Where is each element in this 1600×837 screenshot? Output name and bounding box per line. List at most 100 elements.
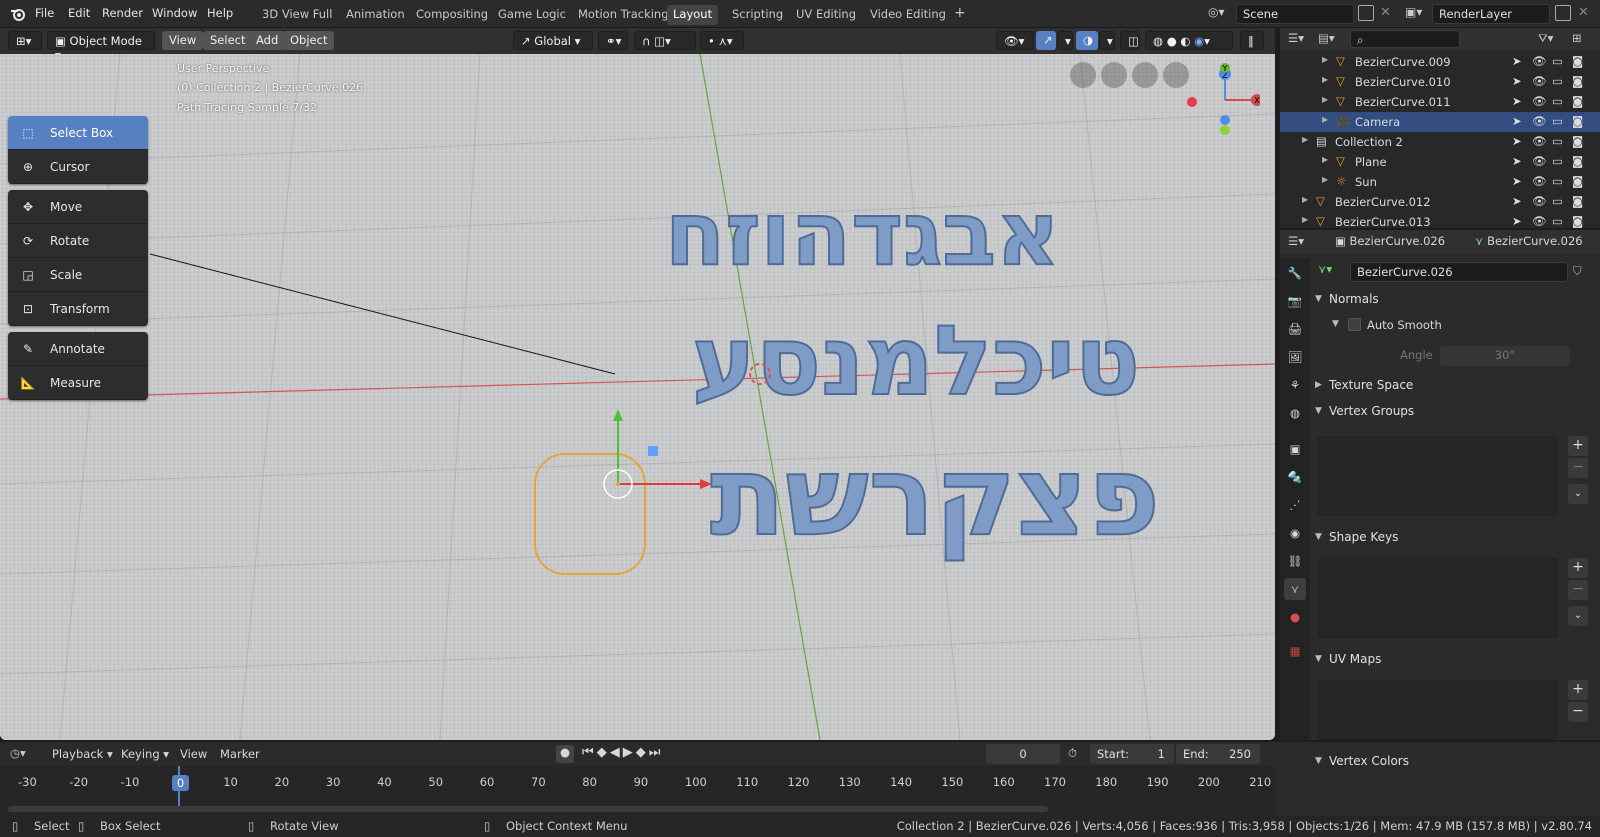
tool-select-box[interactable]: ⬚ Select Box	[8, 116, 148, 150]
scene-field[interactable]: Scene	[1236, 4, 1354, 24]
prev-keyframe-icon[interactable]: ◆	[597, 745, 610, 760]
pan-hand-icon[interactable]	[1132, 62, 1158, 88]
render-camera-icon[interactable]: ◙	[1572, 114, 1583, 128]
view-layer-tab-icon[interactable]: 🖼	[1284, 346, 1306, 368]
expand-arrow-icon[interactable]: ▶	[1322, 75, 1328, 84]
solid-shading-icon[interactable]: ●	[1167, 34, 1177, 48]
tab-3d-view-full[interactable]: 3D View Full	[256, 5, 338, 25]
render-camera-icon[interactable]: ◙	[1572, 54, 1583, 68]
viewport-monitor-icon[interactable]: ▭	[1552, 154, 1563, 168]
blender-logo-icon[interactable]	[9, 5, 27, 23]
datablock-curve-icon[interactable]: ⋎▾	[1318, 262, 1340, 282]
render-tab-icon[interactable]: 📷	[1284, 290, 1306, 312]
remove-shape-key-icon[interactable]: −	[1568, 580, 1588, 600]
select-arrow-icon[interactable]: ➤	[1512, 194, 1522, 208]
timeline-editor-icon[interactable]: ◷▾	[10, 746, 26, 760]
viewport-monitor-icon[interactable]: ▭	[1552, 94, 1563, 108]
remove-vertex-group-icon[interactable]: −	[1568, 458, 1588, 478]
navigation-gizmo[interactable]: Z Y X	[1180, 62, 1260, 142]
shape-keys-section[interactable]: ▼ Shape Keys	[1313, 530, 1598, 552]
expand-arrow-icon[interactable]: ▶	[1322, 115, 1328, 124]
viewport-monitor-icon[interactable]: ▭	[1552, 174, 1563, 188]
vertex-groups-list[interactable]	[1318, 436, 1558, 516]
uv-maps-list[interactable]	[1318, 680, 1558, 740]
select-arrow-icon[interactable]: ➤	[1512, 154, 1522, 168]
outliner-row-beziercurve-011[interactable]: ▶ ▽ BezierCurve.011 ➤ 👁 ▭ ◙	[1280, 92, 1600, 112]
tool-annotate[interactable]: ✎ Annotate	[8, 332, 148, 366]
select-arrow-icon[interactable]: ➤	[1512, 134, 1522, 148]
render-camera-icon[interactable]: ◙	[1572, 174, 1583, 188]
output-tab-icon[interactable]: 🖨	[1284, 318, 1306, 340]
constraints-tab-icon[interactable]: ⛓	[1284, 550, 1306, 572]
normals-section[interactable]: ▼ Normals	[1313, 292, 1598, 314]
mode-dropdown[interactable]: ▣ Object Mode ▾	[47, 31, 155, 62]
vertex-group-menu-icon[interactable]: ⌄	[1568, 484, 1588, 504]
select-arrow-icon[interactable]: ➤	[1512, 214, 1522, 228]
viewport-monitor-icon[interactable]: ▭	[1552, 134, 1563, 148]
editor-type-icon[interactable]: ⊞▾	[8, 31, 42, 50]
timeline-scrollbar[interactable]	[8, 806, 1048, 812]
menu-edit[interactable]: Edit	[68, 6, 90, 20]
tab-animation[interactable]: Animation	[340, 5, 411, 25]
tool-transform[interactable]: ⊡ Transform	[8, 292, 148, 326]
preview-range-icon[interactable]: ⏱	[1068, 746, 1077, 761]
viewport-monitor-icon[interactable]: ▭	[1552, 54, 1563, 68]
record-icon[interactable]: ●	[556, 745, 574, 763]
expand-arrow-icon[interactable]: ▶	[1302, 135, 1308, 144]
timeline-body[interactable]	[0, 766, 1275, 816]
new-collection-icon[interactable]: ⊞	[1572, 31, 1582, 45]
visibility-eye-icon[interactable]: 👁	[1532, 134, 1547, 148]
render-layer-field[interactable]: RenderLayer	[1432, 4, 1550, 24]
visibility-eye-icon[interactable]: 👁	[1532, 54, 1547, 68]
outliner-row-beziercurve-012[interactable]: ▶ ▽ BezierCurve.012 ➤ 👁 ▭ ◙	[1280, 192, 1600, 212]
properties-editor-icon[interactable]: ☰▾	[1288, 234, 1304, 248]
datablock-name-field[interactable]: BezierCurve.026	[1350, 262, 1568, 282]
menu-add[interactable]: Add	[249, 31, 286, 50]
object-breadcrumb[interactable]: ▣ BezierCurve.026	[1335, 234, 1445, 248]
texture-tab-icon[interactable]: ▦	[1284, 640, 1306, 662]
outliner-row-collection-2[interactable]: ▶ ▤ Collection 2 ➤ 👁 ▭ ◙	[1280, 132, 1600, 152]
play-reverse-icon[interactable]: ◀	[610, 745, 623, 760]
next-keyframe-icon[interactable]: ◆	[636, 745, 649, 760]
select-arrow-icon[interactable]: ➤	[1512, 174, 1522, 188]
tab-scripting[interactable]: Scripting	[726, 5, 789, 25]
outliner-row-plane[interactable]: ▶ ▽ Plane ➤ 👁 ▭ ◙	[1280, 152, 1600, 172]
outliner-editor-icon[interactable]: ☰▾	[1288, 31, 1304, 45]
tool-cursor[interactable]: ⊕ Cursor	[8, 150, 148, 184]
object-tab-icon[interactable]: ▣	[1284, 438, 1306, 460]
play-icon[interactable]: ▶	[623, 745, 636, 760]
tab-motion-tracking[interactable]: Motion Tracking	[572, 5, 675, 25]
jump-end-icon[interactable]: ⏭	[649, 745, 664, 760]
add-vertex-group-icon[interactable]: +	[1568, 436, 1588, 456]
physics-tab-icon[interactable]: ◉	[1284, 522, 1306, 544]
tab-compositing[interactable]: Compositing	[410, 5, 494, 25]
render-camera-icon[interactable]: ◙	[1572, 134, 1583, 148]
menu-playback[interactable]: Playback ▾	[52, 747, 113, 761]
tool-rotate[interactable]: ⟳ Rotate	[8, 224, 148, 258]
current-frame-field[interactable]: 0	[986, 744, 1060, 764]
visibility-eye-icon[interactable]: 👁	[1532, 114, 1547, 128]
render-camera-icon[interactable]: ◙	[1572, 94, 1583, 108]
data-breadcrumb[interactable]: ⋎ BezierCurve.026	[1475, 234, 1583, 248]
menu-keying[interactable]: Keying ▾	[121, 747, 169, 761]
visibility-eye-icon[interactable]: 👁	[1532, 194, 1547, 208]
viewport-monitor-icon[interactable]: ▭	[1552, 114, 1563, 128]
render-camera-icon[interactable]: ◙	[1572, 214, 1583, 228]
menu-file[interactable]: File	[35, 6, 54, 20]
end-frame-field[interactable]: End: 250	[1176, 744, 1260, 764]
data-tab-icon[interactable]: ⋎	[1284, 578, 1306, 600]
visibility-eye-icon[interactable]: 👁	[1532, 74, 1547, 88]
scene-tab-icon[interactable]: ⚘	[1284, 374, 1306, 396]
menu-timeline-view[interactable]: View	[180, 747, 207, 761]
world-tab-icon[interactable]: ◍	[1284, 402, 1306, 424]
menu-view[interactable]: View	[162, 31, 204, 50]
visibility-eye-icon[interactable]: 👁	[1532, 154, 1547, 168]
tab-game-logic[interactable]: Game Logic	[492, 5, 572, 25]
render-camera-icon[interactable]: ◙	[1572, 154, 1583, 168]
menu-select[interactable]: Select	[203, 31, 253, 50]
texture-space-section[interactable]: ▶ Texture Space	[1313, 378, 1598, 400]
modifier-tab-icon[interactable]: 🔩	[1284, 466, 1306, 488]
visibility-eye-icon[interactable]: 👁	[1532, 214, 1547, 228]
new-view-layer-icon[interactable]	[1555, 5, 1571, 21]
expand-arrow-icon[interactable]: ▶	[1302, 195, 1308, 204]
